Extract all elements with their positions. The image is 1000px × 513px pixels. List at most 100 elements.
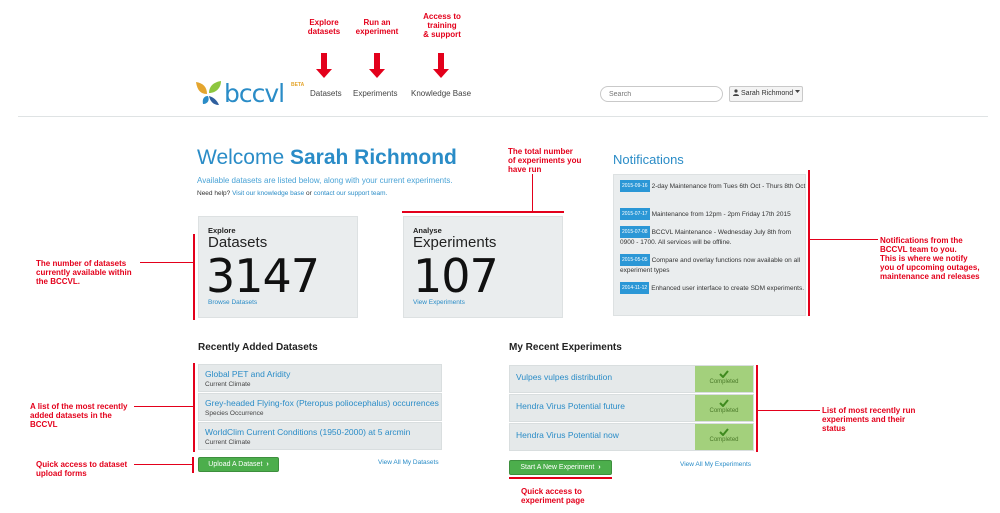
checkmark-icon [719, 399, 729, 407]
recent-experiments-title: My Recent Experiments [509, 342, 622, 353]
notification-date: 2015-09-16 [620, 180, 650, 192]
arrow-shaft [321, 53, 327, 69]
welcome-subtitle: Available datasets are listed below, alo… [197, 176, 453, 185]
annotation-line: BCCVL [30, 420, 58, 429]
dataset-row[interactable]: WorldClim Current Conditions (1950-2000)… [198, 422, 442, 450]
notification-date: 2015-07-17 [620, 208, 650, 220]
dataset-title[interactable]: Grey-headed Flying-fox (Pteropus polioce… [205, 398, 439, 408]
annotation-upload-access: Quick access to dataset upload forms [36, 460, 136, 478]
caret-down-icon [795, 90, 801, 93]
notification-item: 2014-11-12 Enhanced user interface to cre… [620, 282, 806, 294]
annotation-connector [134, 464, 192, 465]
annotation-connector [134, 406, 193, 407]
annotation-line: datasets [307, 27, 341, 36]
help-prefix: Need help? [197, 190, 231, 197]
nav-experiments[interactable]: Experiments [353, 89, 397, 98]
knowledge-base-link[interactable]: Visit our knowledge base [232, 190, 304, 197]
start-experiment-label: Start A New Experiment [520, 464, 595, 471]
dataset-row[interactable]: Global PET and Aridity Current Climate [198, 364, 442, 392]
checkmark-icon [719, 370, 729, 378]
arrow-down-icon [369, 69, 385, 78]
annotation-line: have run [508, 165, 542, 174]
notification-text: 2-day Maintenance from Tues 6th Oct - Th… [651, 183, 806, 190]
annotation-explore: Explore datasets [300, 18, 348, 36]
dataset-row[interactable]: Grey-headed Flying-fox (Pteropus polioce… [198, 393, 442, 421]
upload-dataset-button[interactable]: Upload A Dataset › [198, 457, 279, 472]
experiment-row[interactable]: Hendra Virus Potential future Completed [509, 394, 754, 422]
annotation-line: currently available within [36, 268, 132, 277]
user-menu-button[interactable]: Sarah Richmond [729, 86, 803, 102]
arrow-shaft [438, 53, 444, 69]
notification-text: Enhanced user interface to create SDM ex… [651, 285, 805, 292]
notification-date: 2015-05-05 [620, 254, 650, 266]
notification-date: 2014-11-12 [620, 282, 650, 294]
annotation-line: Quick access to dataset [36, 460, 128, 469]
welcome-heading: Welcome Sarah Richmond [197, 146, 457, 170]
dataset-type: Current Climate [205, 439, 251, 446]
annotation-run: Run an experiment [350, 18, 404, 36]
checkmark-icon [719, 428, 729, 436]
annotation-line: Notifications from the [880, 236, 963, 245]
user-icon [733, 89, 739, 96]
logo-text[interactable]: bccvl [224, 79, 285, 109]
view-experiments-link[interactable]: View Experiments [413, 299, 465, 306]
annotation-line: BCCVL team to you. [880, 245, 957, 254]
experiment-row[interactable]: Vulpes vulpes distribution Completed [509, 365, 754, 393]
logo[interactable] [195, 80, 223, 111]
notification-text: Maintenance from 12pm - 2pm Friday 17th … [651, 211, 791, 218]
annotation-notifications: Notifications from the BCCVL team to you… [880, 236, 998, 281]
header-divider [18, 116, 988, 117]
annotation-connector [192, 457, 194, 473]
dataset-count: 3147 [206, 249, 320, 303]
dataset-title[interactable]: WorldClim Current Conditions (1950-2000)… [205, 427, 410, 437]
annotation-connector [402, 211, 564, 213]
arrow-shaft [374, 53, 380, 69]
arrow-down-icon [433, 69, 449, 78]
annotation-line: training [427, 21, 457, 30]
annotation-connector [509, 477, 612, 479]
annotation-connector [193, 234, 195, 320]
annotation-line: of experiments you [508, 156, 582, 165]
nav-knowledge-base[interactable]: Knowledge Base [411, 89, 471, 98]
dataset-title[interactable]: Global PET and Aridity [205, 369, 290, 379]
annotation-line: you of upcoming outages, [880, 263, 980, 272]
browse-datasets-link[interactable]: Browse Datasets [208, 299, 257, 306]
annotation-connector [810, 239, 878, 240]
annotation-line: the BCCVL. [36, 277, 80, 286]
status-badge: Completed [695, 424, 753, 450]
annotation-line: List of most recently run [822, 406, 916, 415]
welcome-prefix: Welcome [197, 146, 285, 169]
annotation-line: added datasets in the [30, 411, 112, 420]
annotation-recent-datasets: A list of the most recently added datase… [30, 402, 140, 429]
annotation-line: experiment page [521, 496, 585, 505]
annotation-line: maintenance and releases [880, 272, 980, 281]
contact-support-link[interactable]: contact our support team. [314, 190, 388, 197]
notification-item: 2015-09-16 2-day Maintenance from Tues 6t… [620, 180, 806, 192]
explore-datasets-panel[interactable]: Explore Datasets 3147 Browse Datasets [198, 216, 358, 318]
analyse-experiments-panel[interactable]: Analyse Experiments 107 View Experiments [403, 216, 563, 318]
page: Explore datasets Run an experiment Acces… [0, 0, 1000, 513]
experiment-title[interactable]: Hendra Virus Potential now [516, 430, 619, 440]
annotation-connector [532, 174, 533, 212]
notifications-panel: 2015-09-16 2-day Maintenance from Tues 6t… [613, 174, 806, 316]
upload-dataset-label: Upload A Dataset [208, 461, 263, 468]
beta-badge: BETA [291, 82, 305, 88]
view-all-experiments-link[interactable]: View All My Experiments [680, 461, 751, 468]
dataset-type: Current Climate [205, 381, 251, 388]
annotation-line: The total number [508, 147, 573, 156]
experiment-row[interactable]: Hendra Virus Potential now Completed [509, 423, 754, 451]
experiment-title[interactable]: Hendra Virus Potential future [516, 401, 625, 411]
help-line: Need help? Visit our knowledge base or c… [197, 190, 387, 197]
annotation-total-experiments: The total number of experiments you have… [508, 147, 584, 174]
start-new-experiment-button[interactable]: Start A New Experiment › [509, 460, 612, 475]
nav-datasets[interactable]: Datasets [310, 89, 342, 98]
status-label: Completed [709, 437, 739, 443]
notification-item: 2015-05-05 Compare and overlay functions … [620, 254, 806, 276]
help-or: or [306, 190, 312, 197]
notifications-title: Notifications [613, 152, 684, 167]
status-badge: Completed [695, 366, 753, 392]
view-all-datasets-link[interactable]: View All My Datasets [378, 459, 439, 466]
search-input[interactable] [600, 86, 723, 102]
annotation-line: Access to [423, 12, 461, 21]
experiment-title[interactable]: Vulpes vulpes distribution [516, 372, 612, 382]
